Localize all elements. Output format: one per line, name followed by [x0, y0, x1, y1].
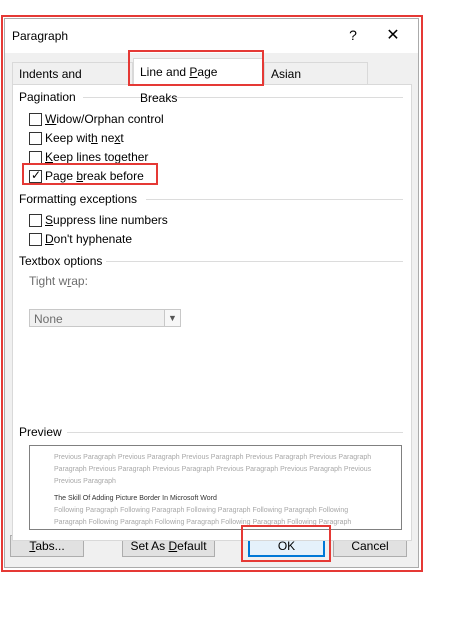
- preview-main-line: The Skill Of Adding Picture Border In Mi…: [54, 495, 217, 502]
- suppress-line-numbers-label: Suppress line numbers: [45, 211, 168, 229]
- paragraph-dialog: Paragraph ? ✕ Indents and Spacing Line a…: [4, 18, 419, 568]
- dialog-title: Paragraph: [12, 29, 68, 43]
- textbox-divider: [106, 261, 403, 262]
- dont-hyphenate-label: Don't hyphenate: [45, 230, 132, 248]
- tab-line-and-page-breaks[interactable]: Line and Page Breaks: [133, 58, 264, 85]
- page-break-before-checkbox[interactable]: ✓: [29, 170, 42, 183]
- preview-following-line: Following Paragraph Following Paragraph …: [54, 507, 348, 514]
- dont-hyphenate-checkbox[interactable]: [29, 233, 42, 246]
- keep-with-next-label: Keep with next: [45, 129, 124, 147]
- help-icon[interactable]: ?: [345, 27, 361, 43]
- check-mark-icon: ✓: [31, 168, 41, 182]
- tab-panel: Pagination Widow/Orphan control Keep wit…: [12, 84, 412, 541]
- preview-divider: [67, 432, 403, 433]
- pagination-divider: [83, 97, 403, 98]
- close-icon[interactable]: ✕: [383, 25, 403, 45]
- preview-box: Previous Paragraph Previous Paragraph Pr…: [29, 445, 402, 530]
- tight-wrap-value: None: [34, 312, 63, 326]
- preview-heading: Preview: [19, 425, 62, 439]
- keep-lines-together-checkbox[interactable]: [29, 151, 42, 164]
- formatting-divider: [146, 199, 403, 200]
- suppress-line-numbers-checkbox[interactable]: [29, 214, 42, 227]
- preview-previous-line: Previous Paragraph: [54, 478, 116, 485]
- keep-lines-together-label: Keep lines together: [45, 148, 148, 166]
- pagination-heading: Pagination: [19, 90, 76, 104]
- tight-wrap-dropdown[interactable]: None ▼: [29, 309, 181, 327]
- preview-previous-line: Previous Paragraph Previous Paragraph Pr…: [54, 454, 371, 461]
- widow-orphan-checkbox[interactable]: [29, 113, 42, 126]
- tight-wrap-label: Tight wrap:: [29, 274, 88, 288]
- title-bar: Paragraph ? ✕: [5, 19, 418, 53]
- preview-previous-line: Paragraph Previous Paragraph Previous Pa…: [54, 466, 371, 473]
- preview-following-line: Paragraph Following Paragraph Following …: [54, 519, 351, 526]
- chevron-down-icon: ▼: [164, 310, 180, 326]
- tab-asian-typography[interactable]: Asian Typography: [264, 62, 368, 84]
- page-break-before-label: Page break before: [45, 167, 144, 185]
- formatting-exceptions-heading: Formatting exceptions: [19, 192, 137, 206]
- keep-with-next-checkbox[interactable]: [29, 132, 42, 145]
- widow-orphan-label: Widow/Orphan control: [45, 110, 164, 128]
- tab-indents-and-spacing[interactable]: Indents and Spacing: [12, 62, 133, 84]
- textbox-options-heading: Textbox options: [19, 254, 102, 268]
